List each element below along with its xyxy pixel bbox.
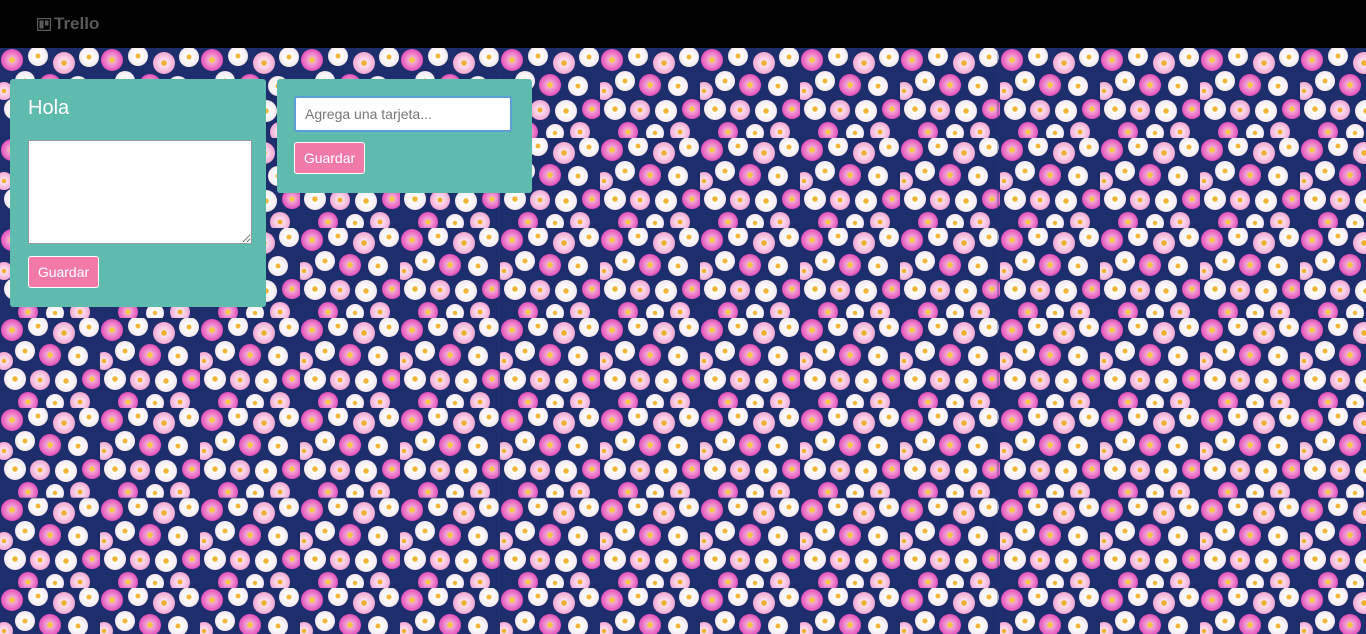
save-new-card-button[interactable]: Guardar <box>294 142 365 174</box>
add-card-panel: Guardar <box>277 79 532 193</box>
add-card-input[interactable] <box>294 96 512 132</box>
list-title: Hola <box>28 97 70 119</box>
save-card-button[interactable]: Guardar <box>28 256 99 288</box>
brand-name: Trello <box>54 14 100 33</box>
top-navbar: Trello <box>0 0 1366 48</box>
list-card: Hola Guardar <box>10 79 266 307</box>
brand-logo[interactable]: Trello <box>37 14 99 34</box>
card-text-area[interactable] <box>28 140 252 244</box>
trello-board-icon <box>37 17 51 31</box>
